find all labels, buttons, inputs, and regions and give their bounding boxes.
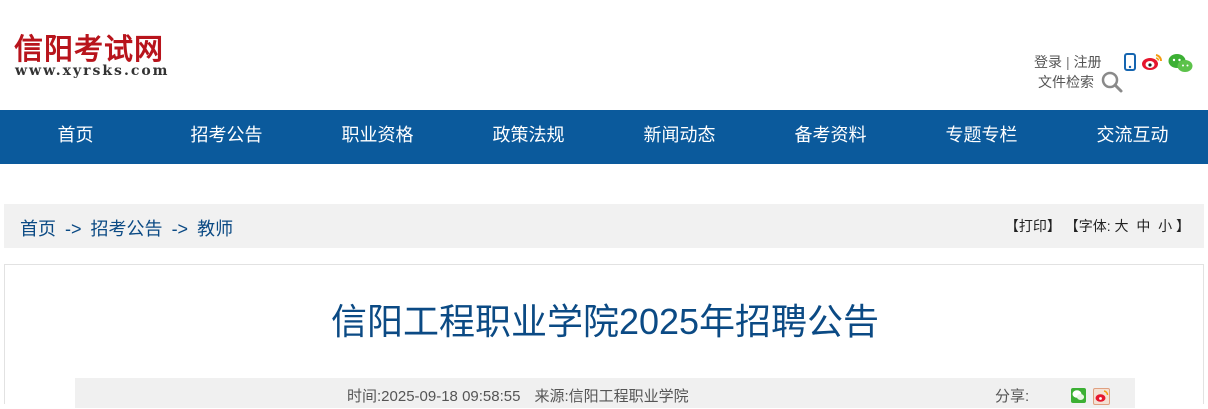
nav-item-news[interactable]: 新闻动态 [604, 110, 755, 164]
article-source: 来源:信阳工程职业学院 [534, 388, 689, 405]
nav-item-topics[interactable]: 专题专栏 [906, 110, 1057, 164]
breadcrumb-arrow: -> [65, 219, 82, 239]
font-size-label: 【字体: [1064, 218, 1111, 234]
weibo-icon[interactable] [1141, 53, 1163, 76]
share-label: 分享: [995, 388, 1030, 405]
register-link[interactable]: 注册 [1074, 54, 1102, 70]
font-small-button[interactable]: 小 [1158, 218, 1172, 234]
wechat-icon[interactable] [1168, 53, 1194, 78]
publish-time: 时间:2025-09-18 09:58:55 [347, 388, 521, 405]
breadcrumb-home[interactable]: 首页 [20, 219, 56, 239]
wechat-share-icon[interactable] [1071, 388, 1086, 403]
article-container: 信阳工程职业学院2025年招聘公告 时间:2025-09-18 09:58:55… [4, 264, 1204, 408]
nav-item-qualifications[interactable]: 职业资格 [302, 110, 453, 164]
article-meta: 时间:2025-09-18 09:58:55 来源:信阳工程职业学院 分享: [75, 378, 1135, 408]
breadcrumb-bar: 首页 -> 招考公告 -> 教师 【打印】 【字体: 大 中 小 】 [4, 204, 1204, 248]
font-size-close: 】 [1176, 218, 1190, 234]
font-large-button[interactable]: 大 [1115, 218, 1129, 234]
top-links: 登录 | 注册 [1034, 52, 1102, 72]
main-nav: 首页 招考公告 职业资格 政策法规 新闻动态 备考资料 专题专栏 交流互动 [0, 110, 1208, 164]
site-logo-url: www.xyrsks.com [15, 63, 170, 79]
mobile-icon[interactable] [1124, 53, 1136, 76]
breadcrumb-section[interactable]: 招考公告 [91, 219, 163, 239]
nav-item-announcements[interactable]: 招考公告 [151, 110, 302, 164]
breadcrumb-arrow: -> [171, 219, 189, 239]
font-medium-button[interactable]: 中 [1136, 218, 1150, 234]
article-title: 信阳工程职业学院2025年招聘公告 [330, 301, 880, 342]
print-button[interactable]: 【打印】 [1005, 218, 1061, 234]
login-link[interactable]: 登录 [1034, 54, 1062, 70]
link-separator: | [1066, 54, 1070, 70]
breadcrumb-category[interactable]: 教师 [197, 219, 233, 239]
site-logo[interactable]: 信阳考试网 [14, 26, 164, 68]
search-icon[interactable] [1100, 70, 1124, 99]
nav-item-home[interactable]: 首页 [0, 110, 151, 164]
nav-item-policies[interactable]: 政策法规 [453, 110, 604, 164]
nav-item-community[interactable]: 交流互动 [1057, 110, 1208, 164]
weibo-share-icon[interactable] [1093, 388, 1110, 405]
file-search-link[interactable]: 文件检索 [1038, 72, 1094, 92]
page-tools: 【打印】 【字体: 大 中 小 】 [1005, 216, 1190, 236]
site-header: 信阳考试网 www.xyrsks.com 登录 | 注册 文件检索 [0, 0, 1208, 110]
breadcrumb: 首页 -> 招考公告 -> 教师 [20, 215, 233, 241]
article-meta-text: 时间:2025-09-18 09:58:55 来源:信阳工程职业学院 [347, 385, 689, 406]
nav-item-materials[interactable]: 备考资料 [755, 110, 906, 164]
